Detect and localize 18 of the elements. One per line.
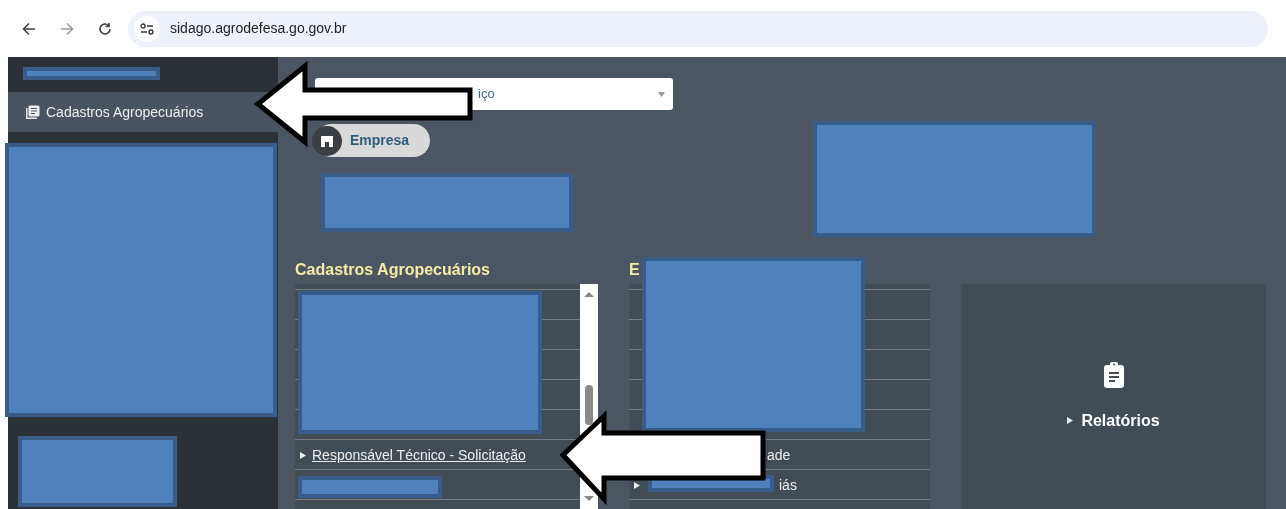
- forward-icon[interactable]: [60, 21, 74, 36]
- reload-icon[interactable]: [98, 21, 112, 36]
- list-link[interactable]: iás: [779, 474, 797, 496]
- caret-icon: [658, 91, 665, 97]
- clipboard-icon: [1102, 360, 1125, 389]
- shortcut-button[interactable]: Empresa: [315, 124, 430, 157]
- list-link[interactable]: Responsável Técnico - Solicitação: [312, 444, 526, 466]
- building-icon: [320, 134, 334, 147]
- section-heading: E: [629, 260, 641, 280]
- report-tile[interactable]: Relatórios: [961, 284, 1266, 509]
- back-icon[interactable]: [22, 21, 36, 36]
- triangle-icon: [1067, 417, 1074, 424]
- section-heading: Cadastros Agropecuários: [295, 260, 491, 280]
- address-bar-url[interactable]: sidago.agrodefesa.go.gov.br: [170, 18, 347, 39]
- sidebar-item[interactable]: Cadastros Agropecuários: [8, 92, 278, 132]
- list-icon: [26, 105, 40, 119]
- list-link[interactable]: ade: [767, 444, 791, 466]
- site-settings-icon[interactable]: [134, 15, 160, 42]
